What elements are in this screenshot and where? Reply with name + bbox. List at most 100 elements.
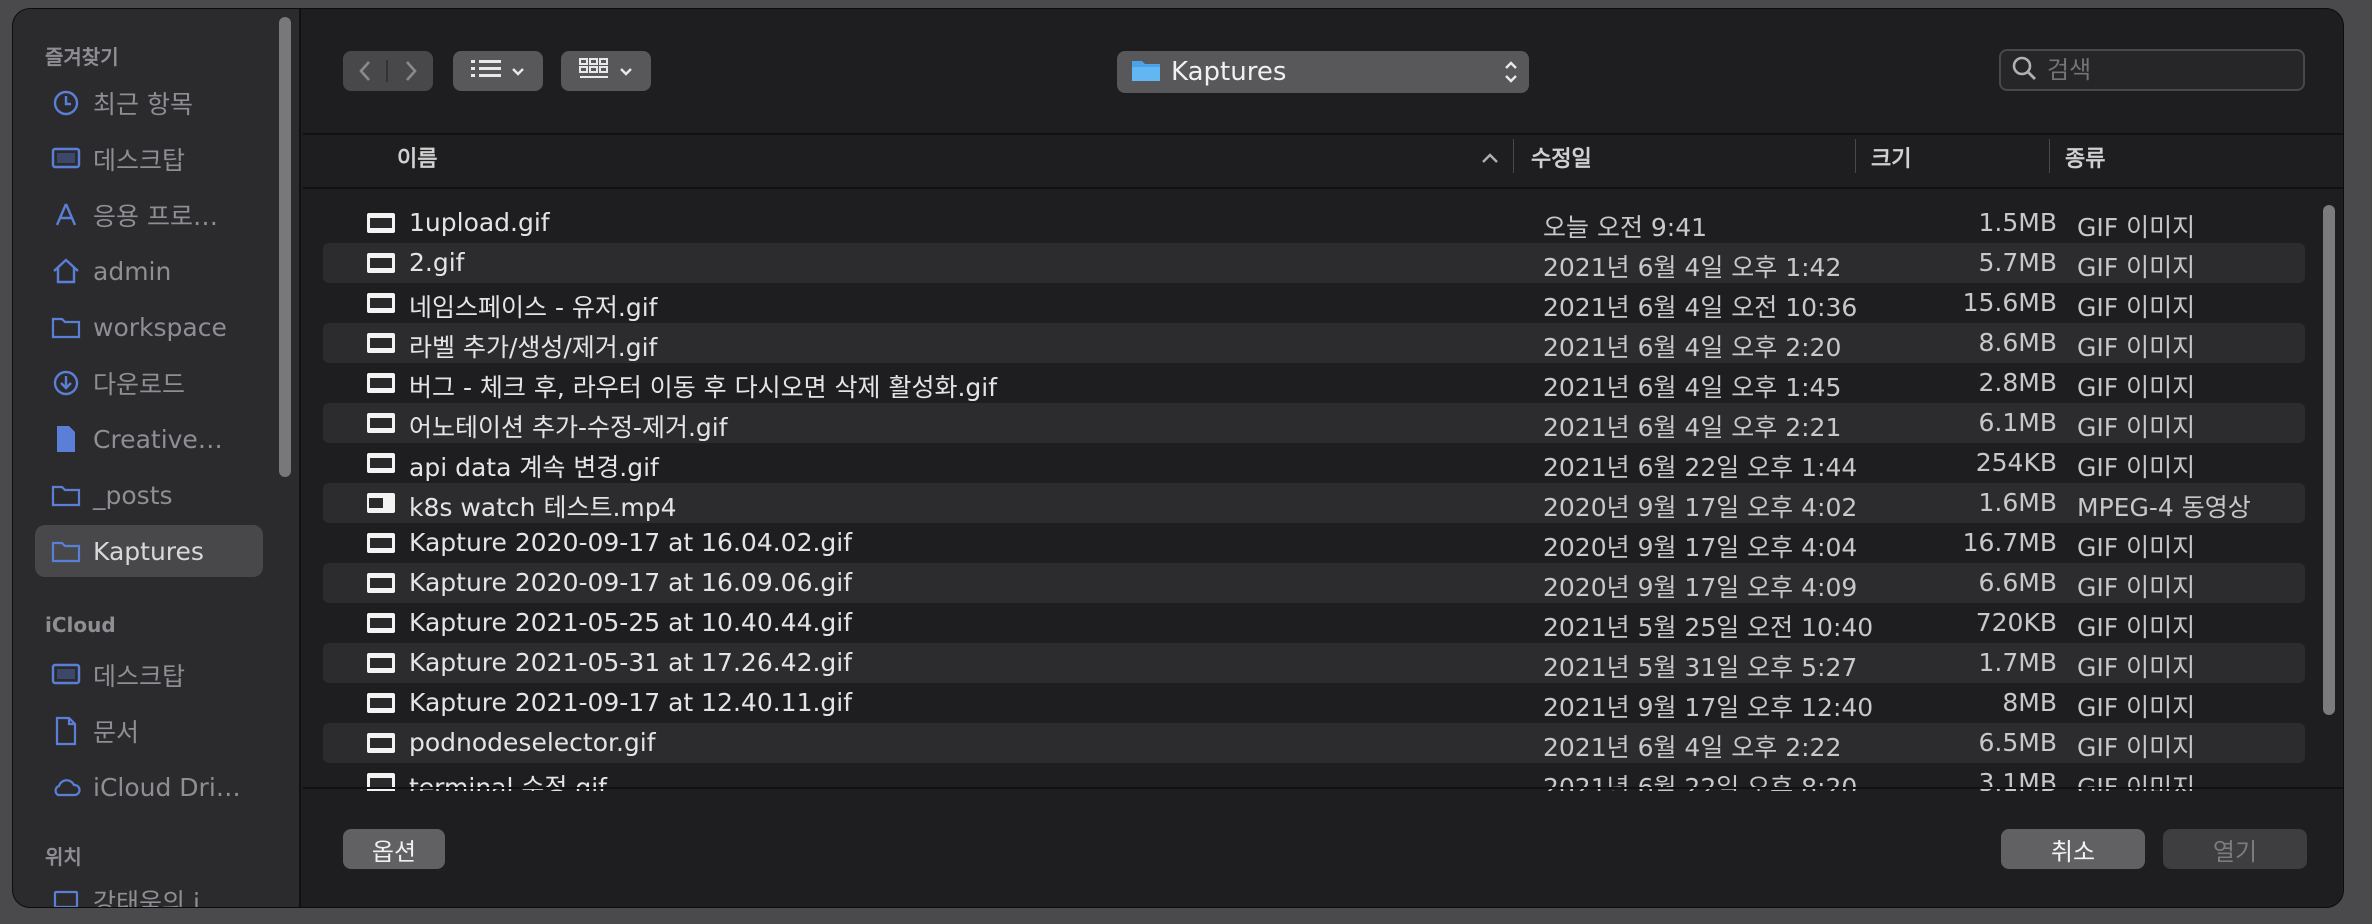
sidebar: 즐겨찾기 최근 항목 데스크탑 응용 프로… admin workspace 다… bbox=[13, 9, 301, 907]
file-row[interactable]: Kapture 2021-05-25 at 10.40.44.gif 2021년… bbox=[323, 603, 2305, 643]
column-separator[interactable] bbox=[1855, 139, 1856, 173]
file-row[interactable]: api data 계속 변경.gif 2021년 6월 22일 오후 1:44 … bbox=[323, 443, 2305, 483]
view-mode-button[interactable] bbox=[453, 51, 543, 91]
file-name: 라벨 추가/생성/제거.gif bbox=[409, 333, 658, 362]
file-size: 16.7MB bbox=[1962, 528, 2057, 557]
sidebar-item-documents[interactable]: 문서 bbox=[35, 705, 263, 757]
gif-file-icon bbox=[367, 533, 395, 553]
cloud-icon bbox=[49, 772, 83, 802]
sidebar-item-recents[interactable]: 최근 항목 bbox=[35, 77, 263, 129]
column-separator[interactable] bbox=[2049, 139, 2050, 173]
file-kind: MPEG-4 동영상 bbox=[2077, 493, 2251, 522]
column-header-kind[interactable]: 종류 bbox=[2065, 141, 2105, 173]
file-name: podnodeselector.gif bbox=[409, 728, 656, 757]
gif-file-icon bbox=[367, 693, 395, 713]
file-name: 1upload.gif bbox=[409, 208, 550, 237]
sidebar-section-icloud: iCloud bbox=[45, 613, 116, 637]
sidebar-item-desktop[interactable]: 데스크탑 bbox=[35, 133, 263, 185]
file-row[interactable]: Kapture 2021-05-31 at 17.26.42.gif 2021년… bbox=[323, 643, 2305, 683]
gif-file-icon bbox=[367, 653, 395, 673]
file-kind: GIF 이미지 bbox=[2077, 573, 2196, 602]
file-row[interactable]: Kapture 2020-09-17 at 16.09.06.gif 2020년… bbox=[323, 563, 2305, 603]
file-modified: 2021년 6월 4일 오전 10:36 bbox=[1543, 293, 1858, 322]
scrollbar-thumb[interactable] bbox=[2323, 205, 2335, 715]
file-name: Kapture 2021-05-31 at 17.26.42.gif bbox=[409, 648, 853, 677]
file-modified: 2021년 5월 31일 오후 5:27 bbox=[1543, 653, 1858, 682]
sidebar-item-mac[interactable]: 강태욱의 i… bbox=[35, 875, 263, 907]
sidebar-item-kaptures[interactable]: Kaptures bbox=[35, 525, 263, 577]
file-row[interactable]: 네임스페이스 - 유저.gif 2021년 6월 4일 오전 10:36 15.… bbox=[323, 283, 2305, 323]
search-input[interactable] bbox=[2047, 56, 2287, 84]
sidebar-item-workspace[interactable]: workspace bbox=[35, 301, 263, 353]
file-name: Kapture 2021-05-25 at 10.40.44.gif bbox=[409, 608, 853, 637]
gif-file-icon bbox=[367, 253, 395, 273]
file-row[interactable]: 라벨 추가/생성/제거.gif 2021년 6월 4일 오후 2:20 8.6M… bbox=[323, 323, 2305, 363]
current-folder-name: Kaptures bbox=[1171, 57, 1287, 87]
document-icon bbox=[49, 716, 83, 746]
file-kind: GIF 이미지 bbox=[2077, 693, 2196, 722]
back-icon[interactable] bbox=[343, 60, 388, 82]
sidebar-item-label: iCloud Dri… bbox=[93, 772, 241, 802]
folder-icon bbox=[49, 480, 83, 510]
file-row[interactable]: k8s watch 테스트.mp4 2020년 9월 17일 오후 4:02 1… bbox=[323, 483, 2305, 523]
file-row[interactable]: Kapture 2020-09-17 at 16.04.02.gif 2020년… bbox=[323, 523, 2305, 563]
sort-ascending-icon[interactable] bbox=[1481, 149, 1499, 168]
video-file-icon bbox=[367, 493, 395, 513]
sidebar-item-label: 데스크탑 bbox=[93, 146, 186, 175]
file-kind: GIF 이미지 bbox=[2077, 413, 2196, 442]
cancel-button[interactable]: 취소 bbox=[2001, 829, 2145, 869]
sidebar-item-admin[interactable]: admin bbox=[35, 245, 263, 297]
gif-file-icon bbox=[367, 733, 395, 753]
file-size: 1.7MB bbox=[1978, 648, 2057, 677]
gif-file-icon bbox=[367, 333, 395, 353]
forward-icon[interactable] bbox=[388, 60, 433, 82]
folder-path-popup[interactable]: Kaptures bbox=[1117, 51, 1529, 93]
updown-chevron-icon bbox=[1503, 57, 1519, 91]
sidebar-item-icloud-drive[interactable]: iCloud Dri… bbox=[35, 761, 263, 813]
sidebar-item-icloud-desktop[interactable]: 데스크탑 bbox=[35, 649, 263, 701]
sidebar-item-creative[interactable]: Creative… bbox=[35, 413, 263, 465]
file-row[interactable]: 2.gif 2021년 6월 4일 오후 1:42 5.7MB GIF 이미지 bbox=[323, 243, 2305, 283]
folder-icon bbox=[49, 536, 83, 566]
clock-icon bbox=[49, 88, 83, 118]
options-button[interactable]: 옵션 bbox=[343, 829, 445, 869]
file-kind: GIF 이미지 bbox=[2077, 533, 2196, 562]
document-icon bbox=[49, 424, 83, 454]
column-header-name[interactable]: 이름 bbox=[397, 141, 437, 173]
search-field[interactable] bbox=[1999, 49, 2305, 91]
file-list-scrollbar[interactable] bbox=[2319, 197, 2339, 797]
file-row[interactable]: Kapture 2021-09-17 at 12.40.11.gif 2021년… bbox=[323, 683, 2305, 723]
file-kind: GIF 이미지 bbox=[2077, 733, 2196, 762]
file-size: 2.8MB bbox=[1978, 368, 2057, 397]
file-row[interactable]: 어노테이션 추가-수정-제거.gif 2021년 6월 4일 오후 2:21 6… bbox=[323, 403, 2305, 443]
open-button[interactable]: 열기 bbox=[2163, 829, 2307, 869]
file-modified: 2021년 9월 17일 오후 12:40 bbox=[1543, 693, 1874, 722]
desktop-icon bbox=[49, 144, 83, 174]
sidebar-item-label: workspace bbox=[93, 312, 227, 342]
file-name: api data 계속 변경.gif bbox=[409, 453, 659, 482]
file-row[interactable]: podnodeselector.gif 2021년 6월 4일 오후 2:22 … bbox=[323, 723, 2305, 763]
sidebar-item-posts[interactable]: _posts bbox=[35, 469, 263, 521]
download-icon bbox=[49, 368, 83, 398]
file-row[interactable]: 버그 - 체크 후, 라우터 이동 후 다시오면 삭제 활성화.gif 2021… bbox=[323, 363, 2305, 403]
gif-file-icon bbox=[367, 293, 395, 313]
gif-file-icon bbox=[367, 413, 395, 433]
column-separator[interactable] bbox=[1513, 139, 1514, 173]
sidebar-item-downloads[interactable]: 다운로드 bbox=[35, 357, 263, 409]
open-file-dialog: 즐겨찾기 최근 항목 데스크탑 응용 프로… admin workspace 다… bbox=[12, 8, 2344, 908]
group-by-button[interactable] bbox=[561, 51, 651, 91]
grid-group-icon bbox=[579, 58, 609, 84]
search-icon bbox=[2011, 55, 2037, 85]
column-header-size[interactable]: 크기 bbox=[1871, 141, 1911, 173]
laptop-icon bbox=[49, 886, 83, 907]
file-size: 1.5MB bbox=[1978, 208, 2057, 237]
file-modified: 2021년 5월 25일 오전 10:40 bbox=[1543, 613, 1874, 642]
file-row[interactable]: 1upload.gif 오늘 오전 9:41 1.5MB GIF 이미지 bbox=[323, 203, 2305, 243]
column-header-modified[interactable]: 수정일 bbox=[1531, 141, 1592, 173]
sidebar-item-applications[interactable]: 응용 프로… bbox=[35, 189, 263, 241]
gif-file-icon bbox=[367, 573, 395, 593]
file-name: 2.gif bbox=[409, 248, 465, 277]
file-size: 8MB bbox=[2002, 688, 2057, 717]
sidebar-scrollbar[interactable] bbox=[279, 17, 291, 477]
file-size: 254KB bbox=[1975, 448, 2057, 477]
